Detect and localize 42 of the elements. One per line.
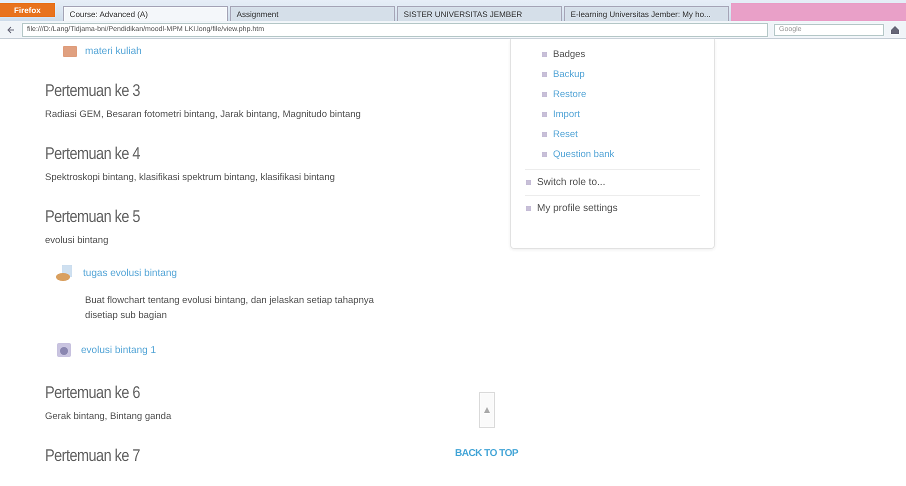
- section-summary: Gerak bintang, Bintang ganda: [45, 411, 172, 422]
- bullet-icon: [541, 111, 548, 118]
- arrow-up-icon: [484, 407, 490, 413]
- menu-item[interactable]: Badges: [553, 49, 586, 60]
- firefox-menu-button[interactable]: Firefox: [0, 3, 55, 17]
- section-heading: Pertemuan ke 7: [45, 446, 141, 466]
- link-text[interactable]: materi kuliah: [85, 46, 142, 56]
- menu-item[interactable]: Backup: [553, 69, 585, 80]
- bullet-icon: [525, 179, 532, 186]
- home-icon[interactable]: [890, 24, 900, 34]
- menu-item[interactable]: My profile settings: [537, 203, 618, 214]
- bullet-icon: [541, 51, 548, 58]
- section-heading: Pertemuan ke 3: [45, 81, 141, 101]
- back-icon[interactable]: [6, 24, 16, 34]
- bullet-icon: [541, 71, 548, 78]
- assignment-icon: [55, 264, 75, 282]
- folder-icon: [63, 45, 77, 57]
- bullet-icon: [541, 91, 548, 98]
- menu-item[interactable]: Restore: [553, 89, 586, 100]
- menu-item[interactable]: Reset: [553, 129, 578, 140]
- section-summary: evolusi bintang: [45, 235, 110, 246]
- quiz-icon: [55, 341, 73, 360]
- activity-link[interactable]: tugas evolusi bintang: [83, 268, 177, 278]
- menu-item[interactable]: Question bank: [553, 149, 614, 160]
- section-heading: Pertemuan ke 4: [45, 144, 141, 164]
- menu-item[interactable]: Import: [553, 109, 580, 120]
- section-heading: Pertemuan ke 6: [45, 383, 141, 404]
- bullet-icon: [525, 205, 532, 212]
- menu-item[interactable]: Switch role to...: [537, 177, 606, 188]
- resource-link[interactable]: materi kuliah: [63, 45, 510, 57]
- browser-tab[interactable]: E-learning Universitas Jember: My ho...: [564, 6, 729, 21]
- browser-tab[interactable]: SISTER UNIVERSITAS JEMBER: [396, 6, 562, 21]
- browser-tab[interactable]: Course: Advanced (A): [62, 6, 228, 21]
- bullet-icon: [541, 151, 548, 158]
- section-heading: Pertemuan ke 5: [45, 207, 141, 227]
- section-summary: Radiasi GEM, Besaran fotometri bintang, Jarak bintang, Magnitudo bintang: [45, 109, 362, 120]
- browser-tab[interactable]: Assignment: [230, 6, 395, 21]
- activity-description: Buat flowchart tentang evolusi bintang, dan jelaskan setiap tahapnya disetiap sub bagian: [85, 294, 375, 323]
- back-to-top-link[interactable]: BACK TO TOP: [455, 448, 518, 459]
- activity-link[interactable]: evolusi bintang 1: [81, 344, 156, 356]
- section-summary: Spektroskopi bintang, klasifikasi spektrum bintang, klasifikasi bintang: [45, 172, 336, 183]
- bullet-icon: [541, 131, 548, 138]
